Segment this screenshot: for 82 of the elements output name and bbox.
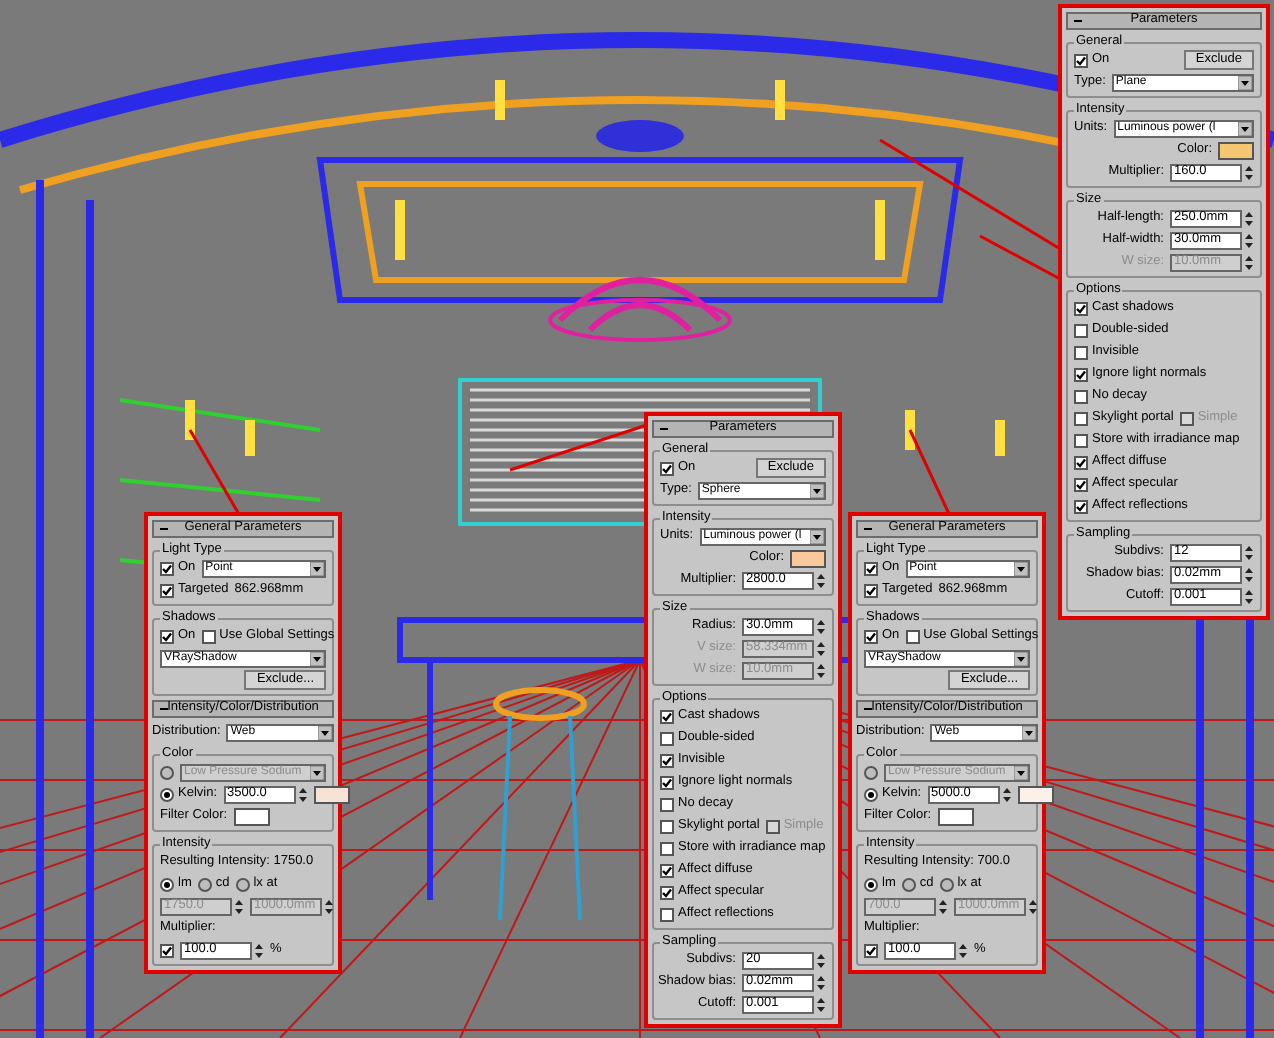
spinner-arrows-icon[interactable] — [816, 951, 826, 969]
dropdown-arrow-icon — [310, 765, 324, 779]
spinner-arrows-icon[interactable] — [816, 995, 826, 1013]
color-swatch[interactable] — [233, 807, 270, 825]
checkbox[interactable] — [660, 731, 674, 745]
dropdown-arrow-icon — [310, 561, 324, 575]
dropdown-arrow-icon — [1014, 765, 1028, 779]
color-swatch[interactable] — [937, 807, 974, 825]
spinner-arrows-icon[interactable] — [816, 973, 826, 991]
spinner-arrows-icon[interactable] — [1244, 231, 1254, 249]
checkbox[interactable] — [660, 819, 674, 833]
color-swatch[interactable] — [790, 549, 826, 567]
spinner-arrows-icon[interactable] — [1244, 587, 1254, 605]
checkbox[interactable] — [660, 907, 674, 921]
checkbox[interactable] — [864, 583, 878, 597]
checkbox[interactable] — [160, 583, 174, 597]
checkbox[interactable] — [1074, 411, 1088, 425]
checkbox[interactable] — [660, 461, 674, 475]
spinner-arrows-icon[interactable] — [1244, 565, 1254, 583]
dropdown-arrow-icon — [1238, 75, 1252, 89]
spinner-arrows-icon[interactable] — [254, 941, 264, 959]
spinner-arrows-icon[interactable] — [958, 941, 968, 959]
radio-button[interactable] — [160, 787, 174, 801]
radio-button[interactable] — [864, 765, 878, 779]
spinner-arrows-icon[interactable] — [1244, 163, 1254, 181]
checkbox[interactable] — [1074, 455, 1088, 469]
color-swatch[interactable] — [1218, 141, 1254, 159]
color-swatch[interactable] — [313, 785, 350, 803]
checkbox[interactable] — [160, 629, 174, 643]
dropdown-arrow-icon — [310, 651, 324, 665]
dropdown-arrow-icon — [1238, 121, 1252, 135]
checkbox[interactable] — [660, 885, 674, 899]
checkbox[interactable] — [1074, 323, 1088, 337]
spinner-arrows-icon[interactable] — [938, 897, 948, 915]
dropdown-arrow-icon — [810, 529, 824, 543]
spinner-arrows-icon[interactable] — [816, 617, 826, 635]
checkbox[interactable] — [1074, 345, 1088, 359]
color-swatch[interactable] — [1017, 785, 1054, 803]
radio-button[interactable] — [901, 877, 916, 891]
spinner-arrows-icon[interactable] — [234, 897, 244, 915]
checkbox[interactable] — [864, 943, 878, 957]
checkbox[interactable] — [1074, 477, 1088, 491]
dropdown-arrow-icon — [1014, 651, 1028, 665]
spinner-arrows-icon[interactable] — [816, 661, 826, 679]
spinner-arrows-icon[interactable] — [816, 571, 826, 589]
checkbox[interactable] — [864, 561, 878, 575]
checkbox[interactable] — [1074, 53, 1088, 67]
spinner-arrows-icon[interactable] — [1001, 785, 1012, 803]
checkbox[interactable] — [1074, 433, 1088, 447]
radio-button[interactable] — [197, 877, 212, 891]
checkbox[interactable] — [660, 709, 674, 723]
checkbox[interactable] — [1074, 301, 1088, 315]
checkbox[interactable] — [160, 561, 174, 575]
spinner-arrows-icon[interactable] — [816, 639, 826, 657]
spinner-arrows-icon[interactable] — [1244, 253, 1254, 271]
radio-button[interactable] — [939, 877, 954, 891]
dropdown-arrow-icon — [1014, 561, 1028, 575]
checkbox[interactable] — [660, 797, 674, 811]
checkbox[interactable] — [1074, 499, 1088, 513]
spinner-arrows-icon[interactable] — [1244, 209, 1254, 227]
checkbox[interactable] — [160, 943, 174, 957]
dropdown-arrow-icon — [810, 483, 824, 497]
spinner-arrows-icon[interactable] — [1244, 543, 1254, 561]
radio-button[interactable] — [160, 765, 174, 779]
spinner-arrows-icon[interactable] — [324, 897, 334, 915]
checkbox[interactable] — [201, 629, 216, 643]
spinner-arrows-icon[interactable] — [297, 785, 308, 803]
checkbox[interactable] — [1074, 389, 1088, 403]
checkbox[interactable] — [864, 629, 878, 643]
radio-button[interactable] — [864, 787, 878, 801]
radio-button[interactable] — [160, 877, 174, 891]
radio-button[interactable] — [235, 877, 250, 891]
spinner-arrows-icon[interactable] — [1028, 897, 1038, 915]
dropdown-arrow-icon — [318, 725, 332, 739]
checkbox[interactable] — [905, 629, 920, 643]
checkbox[interactable] — [660, 753, 674, 767]
dropdown-arrow-icon — [1022, 725, 1036, 739]
checkbox[interactable] — [1074, 367, 1088, 381]
checkbox[interactable] — [660, 775, 674, 789]
checkbox[interactable] — [660, 863, 674, 877]
radio-button[interactable] — [864, 877, 878, 891]
checkbox[interactable] — [660, 841, 674, 855]
